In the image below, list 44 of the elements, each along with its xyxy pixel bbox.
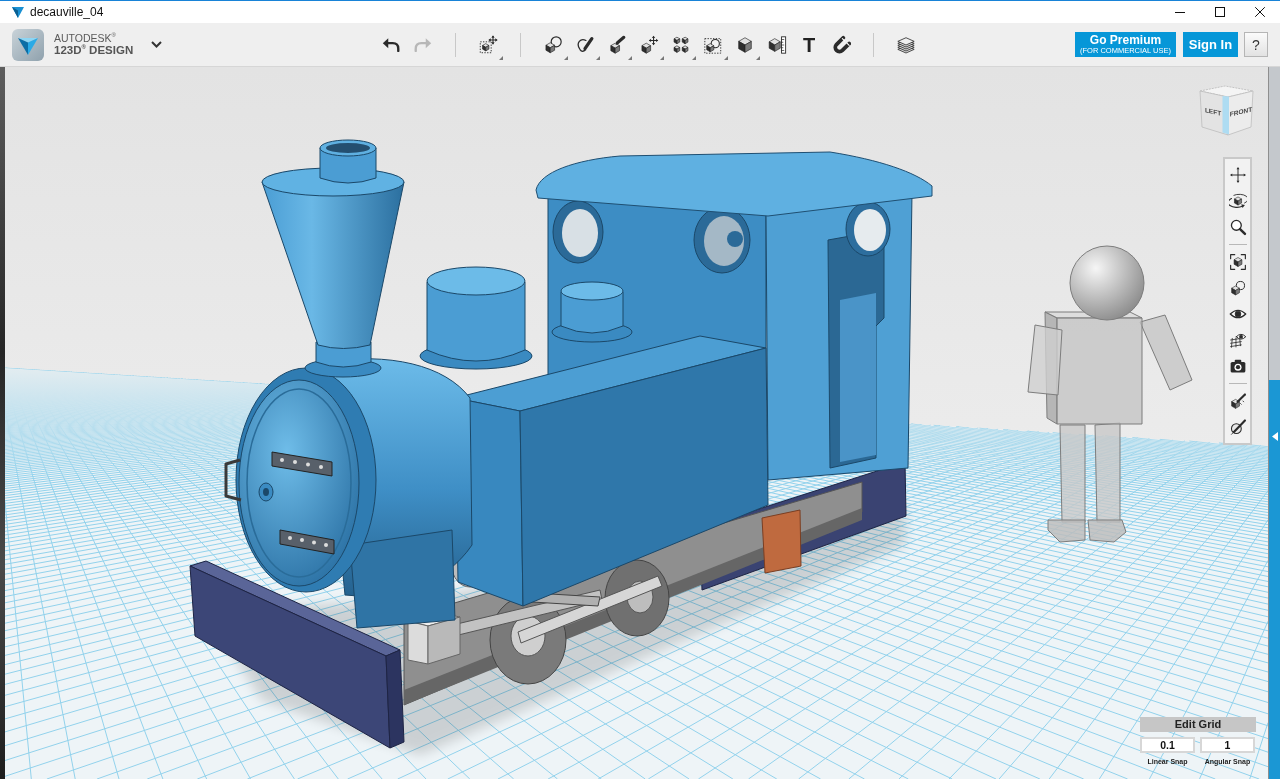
edit-grid-button[interactable]: Edit Grid: [1140, 717, 1256, 732]
move-arrows-icon: [1228, 166, 1247, 184]
dropdown-corner-icon: [724, 55, 728, 60]
app-menu-button[interactable]: [148, 38, 165, 51]
cube-sphere-icon: [1228, 279, 1247, 297]
snap-value-field[interactable]: 1: [1200, 737, 1255, 753]
help-button[interactable]: ?: [1244, 32, 1268, 57]
snap-value-field[interactable]: 0.1: [1140, 737, 1195, 753]
magnet-icon: [831, 34, 851, 55]
cube-ruler-icon: [767, 34, 787, 55]
cube-icon: [735, 34, 755, 55]
app-icon: [12, 6, 24, 18]
bracketed-cube-icon: [1228, 253, 1247, 271]
cube-arrows-icon: [639, 34, 659, 55]
dropdown-corner-icon: [628, 55, 632, 60]
dropdown-corner-icon: [692, 55, 696, 60]
dropdown-corner-icon: [499, 55, 503, 60]
dropdown-corner-icon: [596, 55, 600, 60]
cube-sphere-icon: [543, 34, 563, 55]
magnifier-icon: [1228, 218, 1247, 236]
grid-eye-icon: [1228, 331, 1247, 349]
maximize-icon: [1215, 7, 1225, 17]
minimize-icon: [1175, 11, 1185, 13]
cube-pencil-icon: [607, 34, 627, 55]
dropdown-corner-icon: [756, 55, 760, 60]
close-icon: [1255, 7, 1265, 17]
app-logo-icon: [12, 28, 44, 61]
dashed-cube-arrows-icon: [478, 34, 498, 55]
panel-toggle-tab[interactable]: [1269, 380, 1280, 779]
product-name: 123D$^{®}$ DESIGN: [54, 44, 135, 57]
four-cubes-icon: [671, 34, 691, 55]
camera-icon: [1228, 357, 1247, 375]
curve-pencil-icon: [575, 34, 595, 55]
brand-name: AUTODESK$^{®}$: [54, 32, 117, 44]
layer-stack-icon: [896, 34, 916, 55]
orbit-cube-icon: [1228, 192, 1247, 210]
window-title: decauville_04: [30, 5, 104, 19]
text-button[interactable]: T: [794, 29, 824, 60]
dropdown-corner-icon: [564, 55, 568, 60]
circle-brush-icon: [1228, 418, 1247, 436]
dropdown-corner-icon: [660, 55, 664, 60]
cube-brush-icon: [1228, 392, 1247, 410]
triangle-left-icon: [1271, 432, 1278, 441]
chevron-down-icon: [151, 41, 162, 48]
